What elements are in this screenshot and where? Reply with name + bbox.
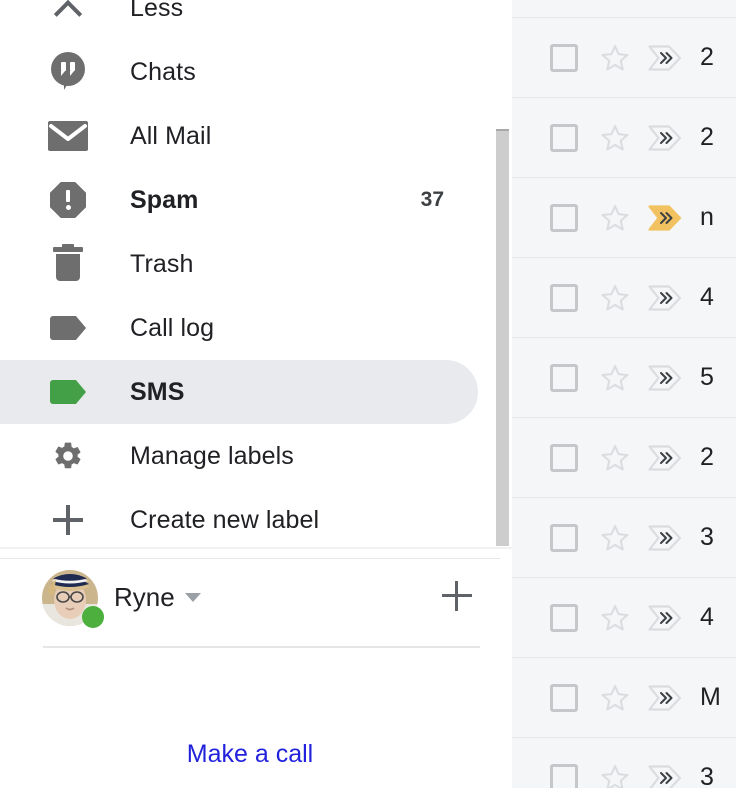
row-checkbox[interactable] <box>550 443 578 472</box>
sidebar-item-spam[interactable]: Spam 37 <box>0 168 478 232</box>
divider <box>43 646 480 648</box>
row-checkbox[interactable] <box>550 283 578 312</box>
row-checkbox[interactable] <box>550 363 578 392</box>
sidebar-item-create-new-label[interactable]: Create new label <box>0 488 478 552</box>
gmail-window: Less Chats All Mail Spam 37 Trash Call l… <box>0 0 736 788</box>
sidebar-scroll-end-line <box>0 547 512 549</box>
row-checkbox[interactable] <box>550 763 578 788</box>
importance-marker-icon[interactable] <box>648 284 682 311</box>
mail-row[interactable]: 4 <box>512 578 736 658</box>
importance-marker-icon[interactable] <box>648 204 682 231</box>
make-a-call-link[interactable]: Make a call <box>0 740 500 769</box>
profile-name: Ryne <box>114 582 175 612</box>
mail-row[interactable]: 3 <box>512 498 736 578</box>
sidebar-item-label: Manage labels <box>130 441 294 470</box>
importance-marker-icon[interactable] <box>648 124 682 151</box>
mail-row[interactable]: 5 <box>512 338 736 418</box>
trash-icon <box>44 240 92 288</box>
chevron-up-icon <box>44 0 92 32</box>
sidebar-item-label: SMS <box>130 377 185 406</box>
mail-row-text: 2 <box>700 123 714 151</box>
importance-marker-icon[interactable] <box>648 684 682 711</box>
sidebar: Less Chats All Mail Spam 37 Trash Call l… <box>0 0 512 788</box>
mail-row-text: n <box>700 203 714 231</box>
plus-icon <box>44 496 92 544</box>
row-checkbox[interactable] <box>550 683 578 712</box>
sidebar-item-label: Call log <box>130 313 215 342</box>
mail-row[interactable]: 4 <box>512 258 736 338</box>
mail-rows: 2 2 n 4 5 2 3 4 M 3 <box>512 0 736 788</box>
sidebar-item-label: Less <box>130 0 184 22</box>
star-icon[interactable] <box>600 43 630 73</box>
star-icon[interactable] <box>600 203 630 233</box>
importance-marker-icon[interactable] <box>648 524 682 551</box>
row-checkbox[interactable] <box>550 123 578 152</box>
sidebar-nav-list: Less Chats All Mail Spam 37 Trash Call l… <box>0 0 500 552</box>
row-checkbox[interactable] <box>550 523 578 552</box>
label-tag-green-icon <box>44 368 92 416</box>
mail-row[interactable]: 2 <box>512 98 736 178</box>
importance-marker-icon[interactable] <box>648 444 682 471</box>
mail-row[interactable]: n <box>512 178 736 258</box>
star-icon[interactable] <box>600 123 630 153</box>
star-icon[interactable] <box>600 443 630 473</box>
mail-row[interactable]: M <box>512 658 736 738</box>
caret-down-icon[interactable] <box>184 593 201 602</box>
sidebar-item-count: 37 <box>420 188 444 211</box>
row-checkbox[interactable] <box>550 203 578 232</box>
hangouts-chat-icon <box>44 48 92 96</box>
sidebar-item-label: All Mail <box>130 121 212 150</box>
sidebar-item-manage-labels[interactable]: Manage labels <box>0 424 478 488</box>
spam-octagon-icon <box>44 176 92 224</box>
sidebar-item-sms[interactable]: SMS <box>0 360 478 424</box>
sidebar-item-label: Create new label <box>130 505 320 534</box>
sidebar-item-label: Trash <box>130 249 194 278</box>
importance-marker-icon[interactable] <box>648 604 682 631</box>
label-tag-icon <box>44 304 92 352</box>
importance-marker-icon[interactable] <box>648 764 682 788</box>
importance-marker-icon[interactable] <box>648 364 682 391</box>
status-dot-available <box>82 605 104 628</box>
sidebar-item-label: Chats <box>130 57 196 86</box>
mail-list-panel: 2 2 n 4 5 2 3 4 M 3 <box>512 0 736 788</box>
mail-row-text: 4 <box>700 603 714 631</box>
importance-marker-icon[interactable] <box>648 44 682 71</box>
mail-row-text: 4 <box>700 283 714 311</box>
avatar[interactable] <box>42 569 104 628</box>
mail-row[interactable]: 3 <box>512 738 736 788</box>
mail-row-text: 3 <box>700 763 714 788</box>
mail-row-text: 5 <box>700 363 714 391</box>
star-icon[interactable] <box>600 523 630 553</box>
star-icon[interactable] <box>600 363 630 393</box>
sidebar-item-all-mail[interactable]: All Mail <box>0 104 478 168</box>
sidebar-item-call-log[interactable]: Call log <box>0 296 478 360</box>
sidebar-item-less[interactable]: Less <box>0 0 478 40</box>
row-checkbox[interactable] <box>550 603 578 632</box>
mail-row[interactable] <box>512 0 736 18</box>
sidebar-item-label: Spam <box>130 185 199 214</box>
mail-row-text: 2 <box>700 443 714 471</box>
star-icon[interactable] <box>600 603 630 633</box>
star-icon[interactable] <box>600 683 630 713</box>
mail-row[interactable]: 2 <box>512 18 736 98</box>
star-icon[interactable] <box>600 283 630 313</box>
mail-row-text: 2 <box>700 43 714 71</box>
sidebar-scrollbar-thumb[interactable] <box>496 129 509 546</box>
add-person-button[interactable] <box>442 581 472 611</box>
star-icon[interactable] <box>600 763 630 788</box>
mail-row-text: M <box>700 683 721 711</box>
profile-row[interactable]: Ryne <box>0 558 500 636</box>
mail-row-text: 3 <box>700 523 714 551</box>
gear-icon <box>44 432 92 480</box>
envelope-icon <box>44 112 92 160</box>
sidebar-item-chats[interactable]: Chats <box>0 40 478 104</box>
mail-row[interactable]: 2 <box>512 418 736 498</box>
sidebar-item-trash[interactable]: Trash <box>0 232 478 296</box>
row-checkbox[interactable] <box>550 43 578 72</box>
